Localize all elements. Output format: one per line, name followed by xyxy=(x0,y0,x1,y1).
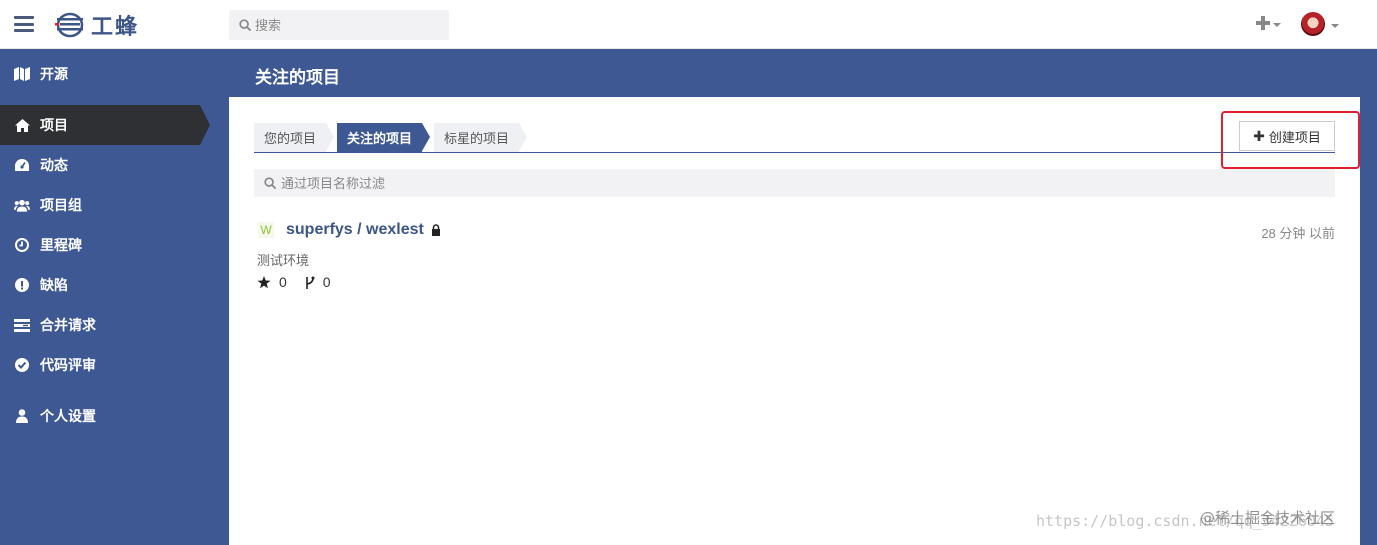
sidebar-item-merge-requests[interactable]: 合并请求 xyxy=(0,305,229,345)
bee-logo-icon xyxy=(55,12,84,38)
tab-starred-projects[interactable]: 标星的项目 xyxy=(434,123,528,152)
sidebar-item-groups[interactable]: 项目组 xyxy=(0,185,229,225)
project-name-link[interactable]: superfys / wexlest xyxy=(286,221,424,239)
right-border xyxy=(1360,97,1377,545)
star-icon xyxy=(257,275,271,288)
sidebar-item-code-review[interactable]: 代码评审 xyxy=(0,345,229,385)
brand-name: 工蜂 xyxy=(91,14,140,39)
sidebar-item-label: 开源 xyxy=(40,66,68,82)
project-tabs: 您的项目 关注的项目 标星的项目 xyxy=(254,123,1335,153)
sidebar-item-issues[interactable]: 缺陷 xyxy=(0,265,229,305)
project-stats: 0 0 xyxy=(257,274,349,290)
sidebar-item-label: 代码评审 xyxy=(40,357,96,373)
project-filter[interactable] xyxy=(254,169,1335,197)
sidebar-item-settings[interactable]: 个人设置 xyxy=(0,396,229,436)
tab-label: 关注的项目 xyxy=(347,131,413,146)
map-icon xyxy=(14,66,30,82)
sidebar-item-label: 合并请求 xyxy=(40,317,96,333)
chevron-down-icon xyxy=(1331,23,1339,28)
project-avatar[interactable]: W xyxy=(258,222,274,238)
project-updated-time: 28 分钟 以前 xyxy=(1261,226,1335,241)
top-bar: 工蜂 xyxy=(0,0,1377,49)
fork-count-value: 0 xyxy=(322,274,331,290)
tab-label: 您的项目 xyxy=(264,131,317,146)
tab-watched-projects[interactable]: 关注的项目 xyxy=(337,123,431,152)
search-icon xyxy=(264,176,277,189)
fork-icon xyxy=(305,276,315,289)
logo[interactable]: 工蜂 xyxy=(55,11,139,39)
hamburger-menu-icon[interactable] xyxy=(14,16,34,32)
sidebar: 开源 项目 动态 项目组 里程碑 缺陷 合并请求 代码评审 个人设置 xyxy=(0,49,229,545)
tab-your-projects[interactable]: 您的项目 xyxy=(254,123,335,152)
plus-icon: ✚ xyxy=(1253,127,1265,144)
sidebar-item-label: 项目 xyxy=(40,117,68,133)
sidebar-item-label: 项目组 xyxy=(40,197,82,213)
user-icon xyxy=(14,408,30,424)
search-box[interactable] xyxy=(229,10,449,40)
search-icon xyxy=(239,18,252,31)
search-input[interactable] xyxy=(255,17,435,33)
exclamation-circle-icon xyxy=(14,277,30,293)
star-count: 0 xyxy=(257,274,287,290)
lock-icon xyxy=(432,224,440,236)
check-circle-icon xyxy=(14,357,30,373)
clock-icon xyxy=(14,237,30,253)
sidebar-item-projects[interactable]: 项目 xyxy=(0,105,210,145)
home-icon xyxy=(14,117,30,133)
star-count-value: 0 xyxy=(279,274,287,290)
chevron-down-icon xyxy=(1273,22,1281,27)
filter-input[interactable] xyxy=(281,175,681,191)
sidebar-item-activity[interactable]: 动态 xyxy=(0,145,229,185)
sidebar-item-label: 里程碑 xyxy=(40,237,82,253)
new-menu-button[interactable] xyxy=(1256,16,1281,30)
fork-count: 0 xyxy=(305,274,331,290)
users-icon xyxy=(14,197,30,213)
user-menu-button[interactable] xyxy=(1301,12,1339,36)
sidebar-item-milestones[interactable]: 里程碑 xyxy=(0,225,229,265)
dashboard-icon xyxy=(14,157,30,173)
watermark-site-text: @稀土掘金技术社区 xyxy=(1200,509,1336,527)
sidebar-item-label: 个人设置 xyxy=(40,408,96,424)
tab-label: 标星的项目 xyxy=(444,131,510,146)
sidebar-item-label: 缺陷 xyxy=(40,277,68,293)
page-title: 关注的项目 xyxy=(255,68,340,87)
create-project-button[interactable]: ✚ 创建项目 xyxy=(1239,121,1335,151)
create-project-label: 创建项目 xyxy=(1268,129,1321,145)
watermark-site: @稀土掘金技术社区 xyxy=(1200,507,1335,528)
list-icon xyxy=(14,317,30,333)
avatar xyxy=(1301,12,1325,36)
plus-icon xyxy=(1256,16,1270,30)
sidebar-item-label: 动态 xyxy=(40,157,68,173)
page-header: 关注的项目 xyxy=(229,49,1377,97)
sidebar-item-open-source[interactable]: 开源 xyxy=(0,49,229,99)
main-content: 您的项目 关注的项目 标星的项目 ✚ 创建项目 W superfys / wex… xyxy=(229,97,1360,545)
project-description: 测试环境 xyxy=(257,253,310,268)
list-item: W superfys / wexlest 28 分钟 以前 测试环境 0 0 xyxy=(254,219,1335,299)
